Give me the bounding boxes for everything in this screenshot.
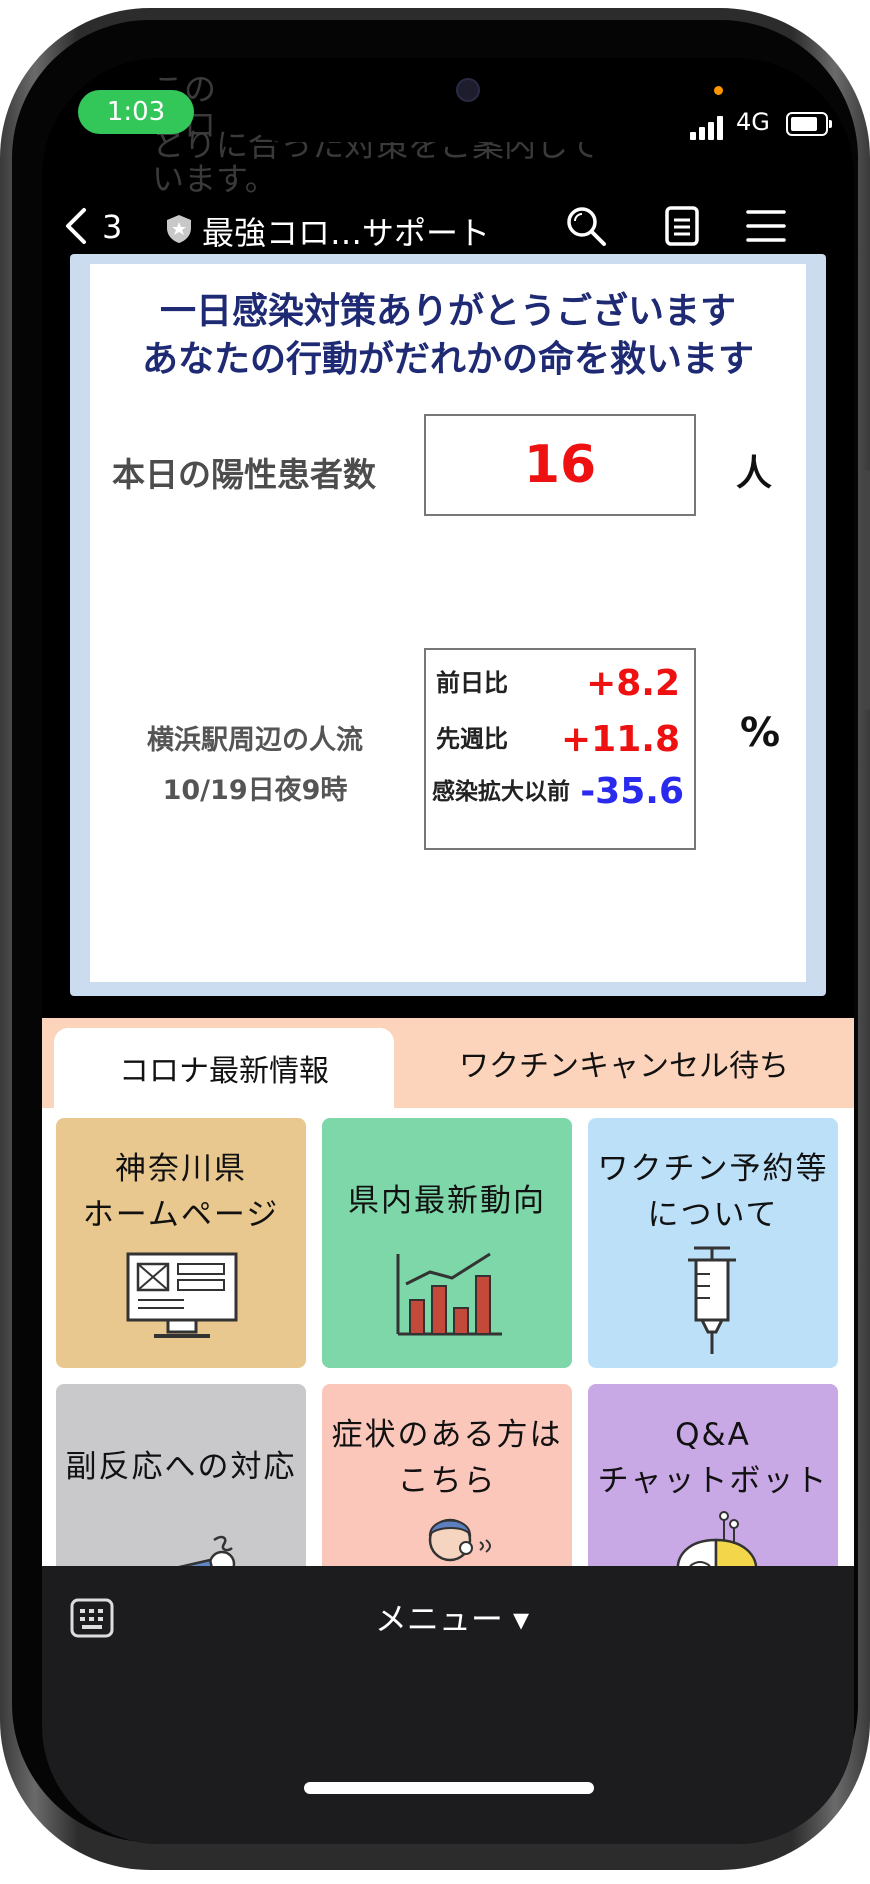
tile-kanagawa-homepage[interactable]: 神奈川県 ホームページ <box>56 1118 306 1368</box>
tile-label: 県内最新動向 <box>348 1183 546 1219</box>
back-button[interactable] <box>62 206 90 255</box>
tab-vaccine-cancel-wait[interactable]: ワクチンキャンセル待ち <box>394 1018 854 1108</box>
tile-label: 症状のある方は <box>331 1417 563 1453</box>
menu-grid: 神奈川県 ホームページ 県内最新動向 ワクチン予約等 について 副反応への対応 … <box>42 1108 854 1634</box>
rich-menu: コロナ最新情報 ワクチンキャンセル待ち 神奈川県 ホームページ 県内最新動向 ワ… <box>42 1018 854 1634</box>
tile-label: ワクチン予約等 <box>597 1151 829 1187</box>
flow-row-name: 感染拡大以前 <box>432 779 570 805</box>
flow-row-value: -35.6 <box>580 771 684 812</box>
tile-label: こちら <box>397 1463 497 1499</box>
chevron-left-icon <box>66 208 86 244</box>
menu-toggle-button[interactable]: メニュー ▾ <box>342 1594 562 1640</box>
flow-row-value: +11.8 <box>561 719 680 760</box>
people-flow-label: 横浜駅周辺の人流 <box>147 725 363 756</box>
chat-title[interactable]: 最強コロ…サポート <box>202 208 490 254</box>
tile-label: について <box>647 1197 779 1233</box>
positive-cases-value: 16 <box>424 414 696 516</box>
tile-label: 神奈川県 <box>115 1151 247 1187</box>
positive-cases-label: 本日の陽性患者数 <box>112 455 376 494</box>
shield-icon <box>167 215 191 243</box>
people-flow-unit: % <box>740 710 781 756</box>
unread-count[interactable]: 3 <box>102 208 122 246</box>
tile-vaccine-reservation[interactable]: ワクチン予約等 について <box>588 1118 838 1368</box>
tile-prefecture-trends[interactable]: 県内最新動向 <box>322 1118 572 1368</box>
screen: この コロ とりに合った対策をご案内して います。 1:03 4G 3 <box>42 58 854 1844</box>
signal-icon <box>690 112 728 140</box>
tile-label: チャットボット <box>597 1463 829 1499</box>
computer-monitor-icon <box>126 1252 238 1338</box>
flow-row-prev-week: 先週比 +11.8 <box>432 712 690 762</box>
battery-icon <box>786 112 832 136</box>
headline-thanks: 一日感染対策ありがとうございます <box>159 291 736 332</box>
tile-label: ホームページ <box>82 1197 280 1233</box>
people-flow-date: 10/19日夜9時 <box>162 775 348 806</box>
flow-row-name: 先週比 <box>436 725 508 753</box>
flow-row-pre-pandemic: 感染拡大以前 -35.6 <box>432 764 690 814</box>
front-camera <box>456 78 480 102</box>
flow-row-name: 前日比 <box>436 669 508 697</box>
tile-label: Q&A <box>675 1417 751 1453</box>
bar-chart-icon <box>396 1252 502 1336</box>
phone-bezel: この コロ とりに合った対策をご案内して います。 1:03 4G 3 <box>12 20 858 1844</box>
tile-label: 副反応への対応 <box>65 1449 297 1485</box>
mic-indicator-dot <box>714 86 723 95</box>
keyboard-icon[interactable] <box>70 1598 114 1638</box>
menu-tabbar: コロナ最新情報 ワクチンキャンセル待ち <box>42 1018 854 1108</box>
home-indicator[interactable] <box>304 1782 594 1794</box>
chat-bottom-bar: メニュー ▾ <box>42 1566 854 1844</box>
hamburger-menu-icon[interactable] <box>744 204 788 248</box>
info-message-card: 一日感染対策ありがとうございます あなたの行動がだれかの命を救います 本日の陽性… <box>90 264 806 982</box>
positive-cases-unit: 人 <box>736 453 773 494</box>
syringe-icon <box>688 1246 736 1354</box>
phone-side-button <box>862 470 870 710</box>
notes-icon[interactable] <box>660 204 704 248</box>
notch <box>240 58 658 142</box>
flow-row-prev-day: 前日比 +8.2 <box>432 656 690 706</box>
status-time[interactable]: 1:03 <box>78 90 194 134</box>
people-flow-box: 前日比 +8.2 先週比 +11.8 感染拡大以前 -35.6 <box>424 648 696 850</box>
headline-message: あなたの行動がだれかの命を救います <box>141 339 754 380</box>
search-icon[interactable] <box>564 204 608 248</box>
flow-row-value: +8.2 <box>586 663 680 704</box>
tab-corona-latest[interactable]: コロナ最新情報 <box>54 1028 394 1108</box>
network-type: 4G <box>736 108 770 136</box>
